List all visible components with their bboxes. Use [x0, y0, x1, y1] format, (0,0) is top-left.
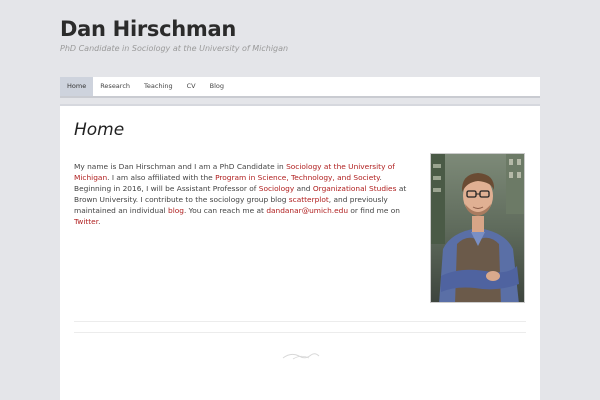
link-twitter[interactable]: Twitter: [74, 217, 98, 226]
main-navigation: Home Research Teaching CV Blog: [60, 77, 540, 98]
site-description: PhD Candidate in Sociology at the Univer…: [60, 44, 289, 53]
nav-item-teaching[interactable]: Teaching: [137, 77, 180, 96]
nav-item-research[interactable]: Research: [93, 77, 137, 96]
link-program-sts[interactable]: Program in Science, Technology, and Soci…: [215, 173, 379, 182]
divider: [74, 321, 526, 322]
link-scatterplot[interactable]: scatterplot: [289, 195, 329, 204]
divider: [74, 332, 526, 333]
nav-item-blog[interactable]: Blog: [203, 77, 231, 96]
link-email[interactable]: dandanar@umich.edu: [266, 206, 348, 215]
nav-item-cv[interactable]: CV: [180, 77, 203, 96]
entry-title: Home: [74, 120, 125, 140]
nav-item-home[interactable]: Home: [60, 77, 94, 96]
ornament-icon: [282, 353, 320, 360]
link-sociology-brown[interactable]: Sociology: [259, 184, 295, 193]
content-area: Home My name is Dan Hirschman and I am a…: [60, 104, 540, 400]
page: Dan Hirschman PhD Candidate in Sociology…: [0, 0, 600, 400]
link-organizational-studies[interactable]: Organizational Studies: [313, 184, 397, 193]
portrait-photo: [430, 153, 525, 303]
site-title[interactable]: Dan Hirschman: [60, 17, 236, 41]
entry-text: My name is Dan Hirschman and I am a PhD …: [74, 162, 407, 227]
link-blog[interactable]: blog: [168, 206, 184, 215]
